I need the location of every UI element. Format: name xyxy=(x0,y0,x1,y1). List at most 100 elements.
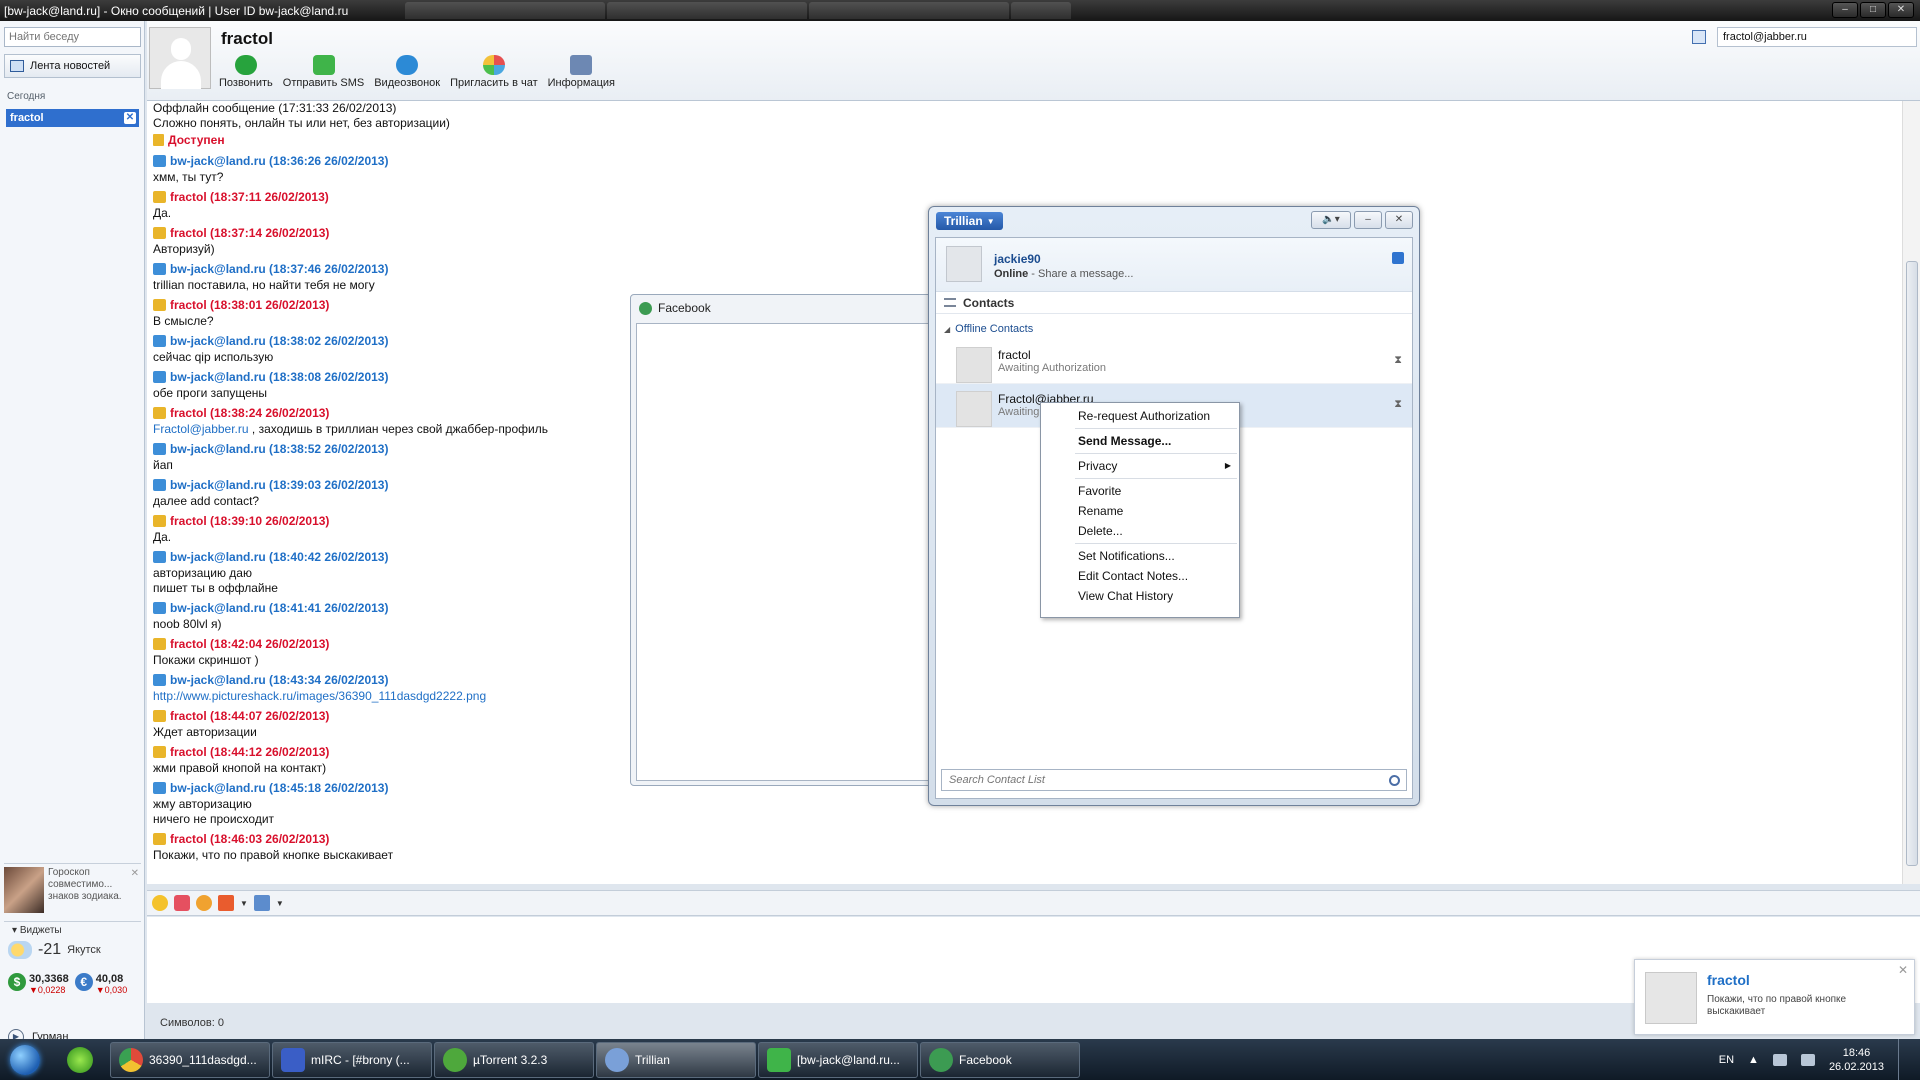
chat-scrollbar[interactable] xyxy=(1902,101,1920,884)
minimize-button[interactable]: – xyxy=(1832,2,1858,18)
clock-time: 18:46 xyxy=(1842,1046,1871,1059)
contacts-label: Contacts xyxy=(963,295,1015,310)
titlebar-tab[interactable] xyxy=(405,2,605,19)
icq-flower-icon xyxy=(67,1046,93,1073)
menu-item-edit-contact-notes[interactable]: Edit Contact Notes... xyxy=(1041,566,1239,586)
menu-separator xyxy=(1075,428,1237,429)
task-utorrent[interactable]: µTorrent 3.2.3 xyxy=(434,1041,594,1078)
close-icon[interactable]: ✕ xyxy=(1898,963,1908,977)
maximize-button[interactable]: □ xyxy=(1860,2,1886,18)
chrome-icon xyxy=(119,1047,143,1072)
task-qip[interactable]: [bw-jack@land.ru... xyxy=(758,1041,918,1078)
sidebar-item-fractol[interactable]: fractol ✕ xyxy=(6,109,139,127)
show-desktop-button[interactable] xyxy=(1898,1039,1910,1080)
info-button[interactable]: Информация xyxy=(548,55,615,89)
task-mirc[interactable]: mIRC - [#brony (... xyxy=(272,1041,432,1078)
message-author-label: fractol (18:39:10 26/02/2013) xyxy=(170,513,330,528)
jabber-user-icon xyxy=(153,227,166,239)
trillian-titlebar[interactable]: Trillian ▼ 🔈▾ – ✕ xyxy=(929,207,1419,235)
message-author-label: bw-jack@land.ru (18:43:34 26/02/2013) xyxy=(170,672,389,687)
own-profile[interactable]: jackie90 Online - Share a message... xyxy=(936,238,1412,292)
chat-line: Оффлайн сообщение (17:31:33 26/02/2013) xyxy=(153,101,397,115)
jid-field[interactable]: fractol@jabber.ru xyxy=(1717,27,1917,47)
close-button[interactable]: ✕ xyxy=(1385,211,1413,229)
task-trillian[interactable]: Trillian xyxy=(596,1041,756,1078)
task-label: mIRC - [#brony (... xyxy=(311,1052,410,1067)
message-author[interactable]: fractol (18:46:03 26/02/2013) xyxy=(153,830,1902,848)
language-indicator[interactable]: EN xyxy=(1719,1054,1734,1066)
action-center-icon[interactable] xyxy=(1772,1053,1787,1066)
edit-icon[interactable] xyxy=(1392,252,1404,264)
menu-item-view-chat-history[interactable]: View Chat History xyxy=(1041,586,1239,606)
volume-button[interactable]: 🔈▾ xyxy=(1311,211,1351,229)
menu-item-label: Privacy xyxy=(1078,459,1118,473)
conversation-search-input[interactable] xyxy=(4,27,141,47)
menu-item-rerequest-authorization[interactable]: Re-request Authorization xyxy=(1041,406,1239,426)
smiley-icon[interactable] xyxy=(152,895,168,911)
dollar-icon: $ xyxy=(8,973,26,991)
video-icon xyxy=(396,55,419,75)
task-facebook[interactable]: Facebook xyxy=(920,1041,1080,1078)
titlebar-tab[interactable] xyxy=(1011,2,1071,19)
send-sms-button[interactable]: Отправить SMS xyxy=(283,55,364,89)
menu-item-delete[interactable]: Delete... xyxy=(1041,521,1239,541)
call-button[interactable]: Позвонить xyxy=(219,55,273,89)
chevron-down-icon[interactable]: ▼ xyxy=(240,899,248,908)
message-notification[interactable]: fractol Покажи, что по правой кнопке выс… xyxy=(1634,959,1915,1035)
clock[interactable]: 18:46 26.02.2013 xyxy=(1829,1046,1884,1074)
message-author-label: fractol (18:46:03 26/02/2013) xyxy=(170,831,330,846)
currency-widget[interactable]: $ 30,3368 ▼0,0228 € 40,08 ▼0,030 xyxy=(8,973,127,995)
trillian-menu-button[interactable]: Trillian ▼ xyxy=(936,212,1003,230)
weather-widget[interactable]: -21 Якутск xyxy=(8,941,101,959)
contact-card-icon[interactable] xyxy=(1692,30,1706,44)
mirc-icon xyxy=(281,1047,305,1072)
picture-icon[interactable] xyxy=(253,895,270,911)
menu-item-privacy[interactable]: Privacy ▶ xyxy=(1041,456,1239,476)
facebook-window[interactable]: Facebook xyxy=(630,294,932,786)
facebook-titlebar[interactable]: Facebook xyxy=(631,295,931,321)
chevron-right-icon: ▶ xyxy=(1224,461,1231,470)
menu-item-send-message[interactable]: Send Message... xyxy=(1041,431,1239,451)
icq-quicklaunch[interactable] xyxy=(50,1040,110,1080)
scrollbar-thumb[interactable] xyxy=(1906,261,1918,866)
action-label: Видеозвонок xyxy=(374,77,441,89)
task-chrome[interactable]: 36390_111dasdgd... xyxy=(110,1041,270,1078)
close-icon[interactable]: ✕ xyxy=(124,112,136,124)
message-link[interactable]: Fractol@jabber.ru xyxy=(153,422,249,436)
avatar[interactable] xyxy=(149,27,211,89)
titlebar-tab[interactable] xyxy=(809,2,1009,19)
close-icon[interactable]: ✕ xyxy=(131,868,139,879)
avatar[interactable] xyxy=(946,246,982,282)
network-icon[interactable] xyxy=(1800,1053,1815,1066)
invite-to-chat-button[interactable]: Пригласить в чат xyxy=(450,55,538,89)
offline-group-header[interactable]: ◢ Offline Contacts xyxy=(936,318,1412,340)
minimize-button[interactable]: – xyxy=(1354,211,1382,229)
wink-icon[interactable] xyxy=(196,895,212,911)
menu-item-set-notifications[interactable]: Set Notifications... xyxy=(1041,546,1239,566)
profile-status[interactable]: Online - Share a message... xyxy=(994,268,1133,280)
titlebar-tab[interactable] xyxy=(607,2,807,19)
composer-toolbar: ▼ ▼ xyxy=(147,890,1920,916)
calendar-icon[interactable] xyxy=(218,895,234,911)
widgets-header[interactable]: ▾ Виджеты xyxy=(4,921,141,936)
menu-item-favorite[interactable]: Favorite xyxy=(1041,481,1239,501)
tray-expand-icon[interactable]: ▲ xyxy=(1748,1054,1759,1066)
qip-user-icon xyxy=(153,602,166,614)
chevron-down-icon[interactable]: ▼ xyxy=(276,899,284,908)
contact-item-fractol[interactable]: fractol Awaiting Authorization ⧗ xyxy=(936,340,1412,384)
message-link[interactable]: http://www.pictureshack.ru/images/36390_… xyxy=(153,689,486,703)
message-author[interactable]: fractol (18:37:11 26/02/2013) xyxy=(153,188,1902,206)
newsfeed-button[interactable]: Лента новостей xyxy=(4,54,141,78)
message-author[interactable]: bw-jack@land.ru (18:36:26 26/02/2013) xyxy=(153,152,1902,170)
weather-temp: -21 xyxy=(38,941,62,958)
contacts-header[interactable]: Contacts xyxy=(936,292,1412,314)
start-button[interactable] xyxy=(0,1040,50,1080)
video-call-button[interactable]: Видеозвонок xyxy=(374,55,440,89)
close-button[interactable]: ✕ xyxy=(1888,2,1914,18)
heart-icon[interactable] xyxy=(174,895,190,911)
jabber-user-icon xyxy=(153,515,166,527)
search-icon[interactable] xyxy=(1389,775,1400,786)
horoscope-widget[interactable]: Гороскоп совместимо... знаков зодиака. ✕ xyxy=(4,863,141,917)
contact-search-input[interactable] xyxy=(941,769,1407,791)
menu-item-rename[interactable]: Rename xyxy=(1041,501,1239,521)
